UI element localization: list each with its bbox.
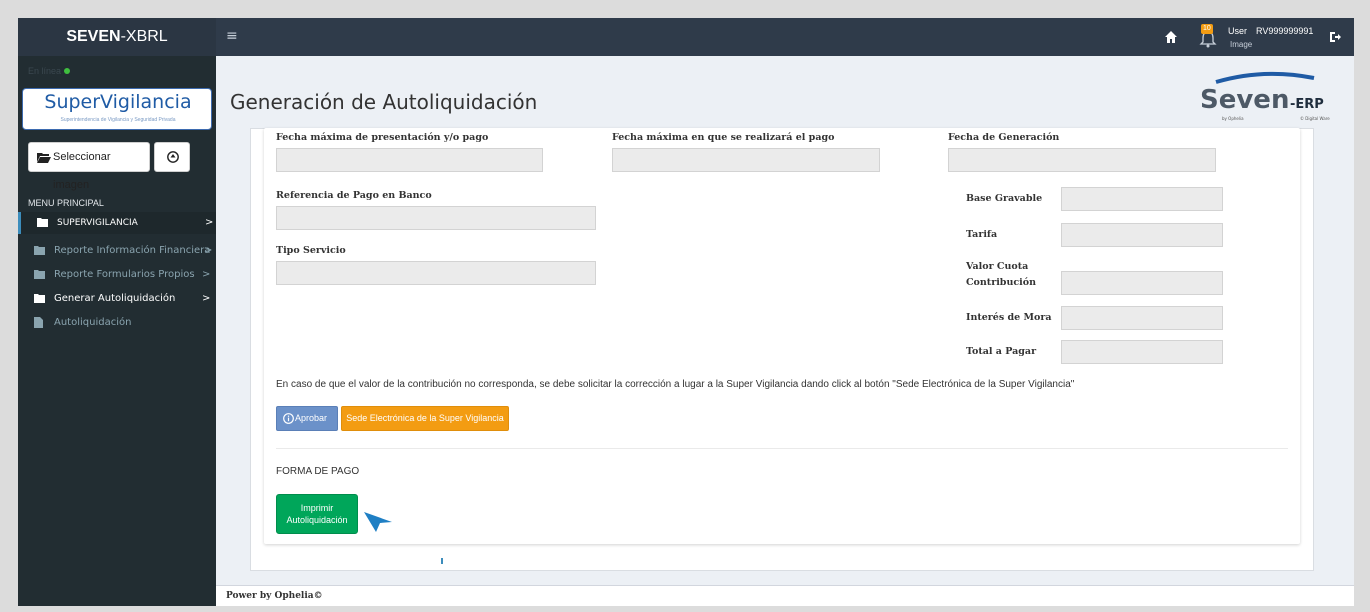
brand-part2: -XBRL: [120, 28, 168, 45]
fecha-max-pago-field[interactable]: [612, 148, 880, 172]
seven-logo-by: by Ophelia: [1222, 116, 1244, 121]
notification-badge: 10: [1201, 24, 1213, 34]
sidebar-item-label: SUPERVIGILANCIA: [57, 218, 138, 228]
notifications-button[interactable]: 10: [1198, 24, 1218, 50]
sede-electronica-button[interactable]: Sede Electrónica de la Super Vigilancia: [341, 406, 509, 431]
imprimir-autoliquidacion-button[interactable]: Imprimir Autoliquidación: [276, 494, 358, 534]
seven-logo-suffix: -ERP: [1290, 97, 1324, 112]
sidebar-item-label: Generar Autoliquidación: [54, 293, 176, 304]
sidebar-item-label: Autoliquidación: [54, 317, 132, 328]
fecha-max-presentacion-field[interactable]: [276, 148, 543, 172]
tarifa-field[interactable]: [1061, 223, 1223, 247]
brand-part1: SEVEN: [66, 28, 121, 45]
footer: Power by Ophelia©: [216, 585, 1354, 606]
aprobar-button[interactable]: Aprobar: [276, 406, 338, 431]
footer-text: Power by Ophelia©: [226, 591, 323, 601]
tipo-servicio-field[interactable]: [276, 261, 596, 285]
online-status-text: En línea: [28, 66, 62, 76]
interes-mora-field[interactable]: [1061, 306, 1223, 330]
user-label: User: [1228, 26, 1248, 36]
chevron-right-icon: >: [202, 293, 211, 304]
select-image-button[interactable]: Seleccionar imagen: [28, 142, 150, 191]
upload-button[interactable]: [154, 142, 190, 172]
folder-icon: [34, 246, 45, 255]
seven-logo-text: Seven: [1200, 85, 1289, 115]
sidebar-item-label: Reporte Formularios Propios: [54, 269, 195, 280]
tarifa-label: Tarifa: [966, 229, 998, 240]
total-pagar-field[interactable]: [1061, 340, 1223, 364]
valor-cuota-label-1: Valor Cuota: [966, 261, 1029, 272]
chevron-right-icon: >: [202, 269, 211, 280]
sidebar-item-reporte-financiera[interactable]: Reporte Información Financiera >: [18, 240, 216, 262]
brand-logo[interactable]: SEVEN-XBRL: [18, 18, 216, 56]
sidebar-item-autoliquidacion[interactable]: Autoliquidación: [18, 312, 216, 334]
scroll-marker: [441, 558, 443, 564]
valor-cuota-field[interactable]: [1061, 271, 1223, 295]
supervigilancia-logo: SuperVigilancia Superintendencia de Vigi…: [22, 88, 212, 130]
sidebar-item-reporte-formularios[interactable]: Reporte Formularios Propios >: [18, 264, 216, 286]
base-gravable-label: Base Gravable: [966, 193, 1043, 204]
sidebar-item-label: Reporte Información Financiera: [54, 245, 211, 256]
folder-icon: [37, 218, 48, 227]
folder-icon: [34, 270, 45, 279]
aprobar-label: Aprobar: [295, 413, 328, 423]
seven-erp-logo: Seven -ERP by Ophelia © Digital Ware: [1200, 71, 1330, 121]
logo-text: SuperVigilancia: [44, 91, 192, 113]
base-gravable-field[interactable]: [1061, 187, 1223, 211]
referencia-pago-field[interactable]: [276, 206, 596, 230]
seven-logo-dw: © Digital Ware: [1300, 116, 1330, 121]
chevron-right-icon: >: [205, 217, 214, 228]
divider: [276, 448, 1288, 449]
user-image-label: Image: [1230, 40, 1253, 49]
home-icon[interactable]: [1164, 30, 1178, 44]
fecha-max-presentacion-label: Fecha máxima de presentación y/o pago: [276, 132, 489, 143]
file-icon: [34, 317, 43, 328]
sidebar-item-supervigilancia[interactable]: SUPERVIGILANCIA >: [18, 212, 216, 234]
menu-icon[interactable]: ≡: [226, 28, 238, 44]
logo-subtext: Superintendencia de Vigilancia y Segurid…: [60, 117, 176, 123]
select-image-label: Seleccionar imagen: [53, 151, 111, 191]
valor-cuota-label-2: Contribución: [966, 277, 1036, 288]
page-title: Generación de Autoliquidación: [230, 90, 538, 114]
imprimir-line2: Autoliquidación: [286, 515, 348, 525]
menu-header: MENU PRINCIPAL: [28, 198, 104, 208]
online-status: En línea: [28, 66, 71, 76]
chevron-right-icon: >: [204, 245, 213, 256]
app-window: SEVEN-XBRL ≡ 10 User RV999999991 Image E…: [18, 18, 1354, 606]
top-navbar: SEVEN-XBRL ≡ 10 User RV999999991 Image: [18, 18, 1354, 56]
tipo-servicio-label: Tipo Servicio: [276, 245, 346, 256]
fecha-max-pago-label: Fecha máxima en que se realizará el pago: [612, 132, 835, 143]
fecha-generacion-label: Fecha de Generación: [948, 132, 1060, 143]
up-circle-icon: [167, 151, 179, 163]
referencia-pago-label: Referencia de Pago en Banco: [276, 190, 432, 201]
sidebar: En línea SuperVigilancia Superintendenci…: [18, 56, 216, 606]
imprimir-line1: Imprimir: [300, 503, 334, 513]
total-pagar-label: Total a Pagar: [966, 346, 1037, 357]
pointer-arrow-icon: [364, 512, 392, 532]
folder-icon: [34, 294, 45, 303]
folder-open-icon: [37, 153, 51, 163]
logout-icon[interactable]: [1328, 30, 1342, 44]
online-dot-icon: [64, 68, 71, 74]
user-id[interactable]: RV999999991: [1256, 26, 1313, 36]
forma-pago-heading: FORMA DE PAGO: [276, 466, 360, 477]
correction-note: En caso de que el valor de la contribuci…: [276, 379, 1075, 390]
fecha-generacion-field[interactable]: [948, 148, 1216, 172]
sidebar-item-generar-autoliquidacion[interactable]: Generar Autoliquidación >: [18, 288, 216, 310]
info-icon: [283, 413, 294, 424]
interes-mora-label: Interés de Mora: [966, 312, 1052, 323]
